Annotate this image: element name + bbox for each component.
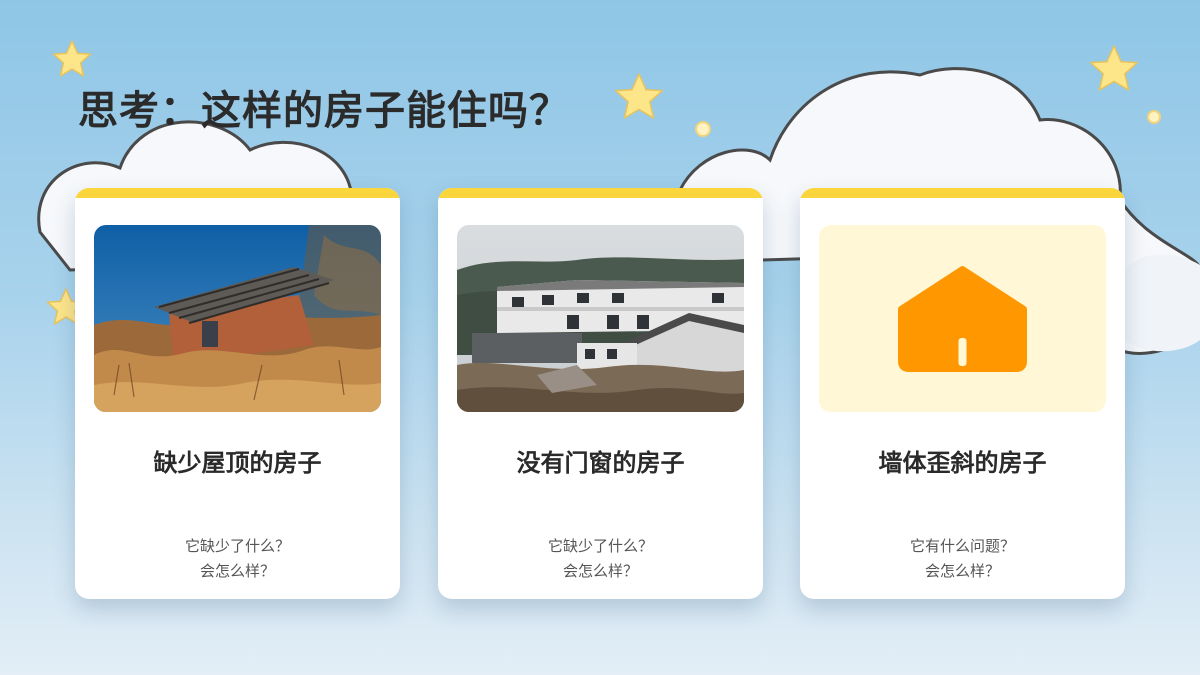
- card-questions: 它缺少了什么？ 会怎么样？: [438, 534, 763, 584]
- card-title: 缺少屋顶的房子: [153, 448, 322, 477]
- card-questions: 它有什么问题？ 会怎么样？: [800, 534, 1125, 584]
- question-line: 会怎么样？: [924, 562, 1000, 580]
- unfinished-buildings-photo: [457, 225, 744, 412]
- star-top-right: [1089, 45, 1139, 91]
- house-card-no-windows[interactable]: 没有门窗的房子 它缺少了什么？ 会怎么样？: [438, 188, 763, 599]
- sparkle-dot: [695, 121, 711, 137]
- question-line: 它缺少了什么？: [184, 537, 290, 555]
- question-line: 会怎么样？: [199, 562, 275, 580]
- house-icon: [898, 266, 1027, 372]
- question-line: 它有什么问题？: [909, 537, 1015, 555]
- card-questions: 它缺少了什么？ 会怎么样？: [75, 534, 400, 584]
- card-title: 没有门窗的房子: [516, 448, 685, 477]
- question-line: 会怎么样？: [562, 562, 638, 580]
- star-top-left: [52, 40, 92, 77]
- star-by-title: [614, 73, 664, 119]
- sparkle-dot: [1147, 110, 1161, 124]
- card-title: 墙体歪斜的房子: [878, 448, 1047, 477]
- ruined-house-photo: [94, 225, 381, 412]
- house-card-tilted-walls[interactable]: 墙体歪斜的房子 它有什么问题？ 会怎么样？: [800, 188, 1125, 599]
- card-accent-bar: [75, 188, 400, 198]
- question-line: 它缺少了什么？: [547, 537, 653, 555]
- card-accent-bar: [438, 188, 763, 198]
- page-title: 思考：这样的房子能住吗？: [78, 87, 570, 134]
- house-card-no-roof[interactable]: 缺少屋顶的房子 它缺少了什么？ 会怎么样？: [75, 188, 400, 599]
- house-icon-panel: [819, 225, 1106, 412]
- card-accent-bar: [800, 188, 1125, 198]
